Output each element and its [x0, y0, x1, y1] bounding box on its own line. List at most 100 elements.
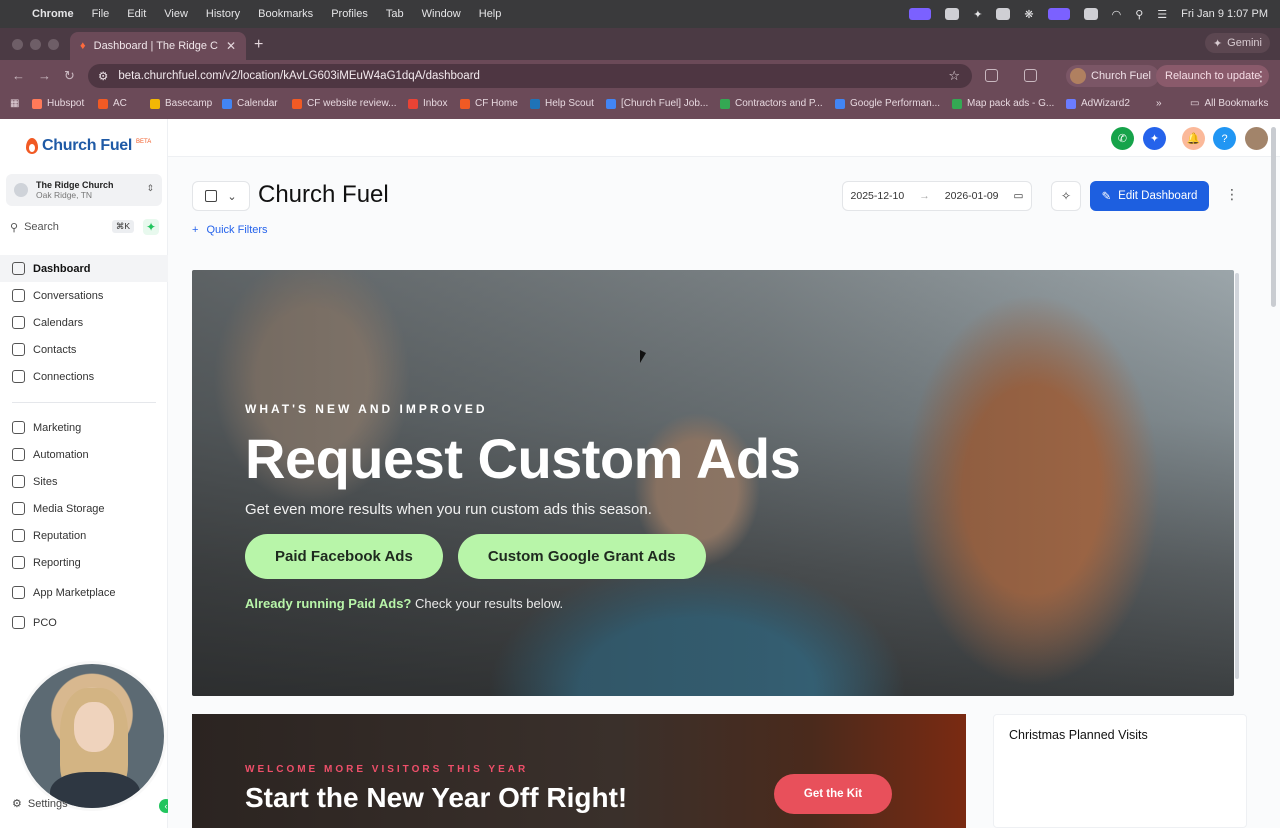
brand-logo[interactable]: Church Fuel BETA	[26, 137, 151, 155]
sidebar-item-calendars[interactable]: Calendars	[0, 309, 168, 336]
layout-switcher-button[interactable]: ⌄	[192, 181, 250, 211]
more-options-icon[interactable]: ⋮	[1225, 186, 1239, 203]
spotlight-icon[interactable]: ⚲	[1135, 8, 1143, 21]
openai-icon[interactable]: ❋	[1024, 8, 1033, 21]
menu-bookmarks[interactable]: Bookmarks	[258, 8, 313, 20]
bookmark-item[interactable]: Calendar	[222, 98, 278, 109]
chart-icon	[12, 556, 25, 569]
menu-edit[interactable]: Edit	[127, 8, 146, 20]
gemini-button[interactable]: ✦ Gemini	[1204, 33, 1270, 53]
sidebar-item-app-marketplace[interactable]: App Marketplace	[0, 579, 168, 606]
ai-assistant-icon[interactable]: ✦	[1143, 127, 1166, 150]
bookmark-item[interactable]: Help Scout	[530, 98, 594, 109]
relaunch-button[interactable]: Relaunch to update	[1156, 65, 1270, 87]
sparkle-icon[interactable]: ✦	[973, 8, 982, 21]
browser-tab[interactable]: ♦ Dashboard | The Ridge Churc ✕	[70, 32, 246, 60]
magic-wand-button[interactable]: ✧	[1051, 181, 1081, 211]
bookmark-item[interactable]: Contractors and P...	[720, 98, 823, 109]
bookmark-item[interactable]: Google Performan...	[835, 98, 940, 109]
menu-tab[interactable]: Tab	[386, 8, 404, 20]
new-tab-icon[interactable]: +	[254, 36, 263, 54]
folder-icon: ▭	[1190, 98, 1200, 109]
side-panel-icon[interactable]	[1024, 69, 1037, 82]
sidebar-item-settings[interactable]: ⚙ Settings	[12, 797, 68, 811]
sidebar-item-conversations[interactable]: Conversations	[0, 282, 168, 309]
menu-file[interactable]: File	[92, 8, 110, 20]
sidebar: Church Fuel BETA The Ridge Church Oak Ri…	[0, 119, 173, 828]
sidebar-item-sites[interactable]: Sites	[0, 468, 168, 495]
quick-filters-button[interactable]: + Quick Filters	[192, 224, 268, 236]
window-controls[interactable]	[12, 39, 59, 50]
notifications-bell-icon[interactable]: 🔔	[1182, 127, 1205, 150]
send-icon	[12, 421, 25, 434]
chrome-menu-icon[interactable]: ⋮	[1254, 68, 1268, 85]
status-app-icon[interactable]	[945, 8, 960, 20]
menu-help[interactable]: Help	[479, 8, 502, 20]
sidebar-item-contacts[interactable]: Contacts	[0, 336, 168, 363]
profile-button[interactable]: Church Fuel	[1066, 65, 1159, 87]
star-icon	[12, 529, 25, 542]
control-center-icon[interactable]: ☰	[1157, 8, 1167, 21]
get-the-kit-button[interactable]: Get the Kit	[774, 774, 892, 814]
clock[interactable]: Fri Jan 9 1:07 PM	[1181, 8, 1268, 20]
sidebar-item-reputation[interactable]: Reputation	[0, 522, 168, 549]
forward-icon[interactable]: →	[38, 68, 51, 83]
back-icon[interactable]: ←	[12, 68, 25, 83]
bookmark-item[interactable]: Basecamp	[150, 98, 212, 109]
sidebar-item-reporting[interactable]: Reporting	[0, 549, 168, 576]
edit-dashboard-button[interactable]: ✎ Edit Dashboard	[1090, 181, 1209, 211]
sidebar-item-connections[interactable]: Connections	[0, 363, 168, 390]
widget-scrollbar[interactable]	[1235, 273, 1239, 679]
chat-icon	[12, 289, 25, 302]
extensions-icon[interactable]	[985, 69, 998, 82]
bookmark-star-icon[interactable]: ☆	[948, 68, 960, 84]
bookmark-item[interactable]: AdWizard2	[1066, 98, 1130, 109]
menu-window[interactable]: Window	[422, 8, 461, 20]
bookmark-item[interactable]: Inbox	[408, 98, 447, 109]
sidebar-item-media-storage[interactable]: Media Storage	[0, 495, 168, 522]
sidebar-item-automation[interactable]: Automation	[0, 441, 168, 468]
reload-icon[interactable]: ↻	[64, 68, 75, 84]
battery-icon[interactable]	[1083, 8, 1098, 20]
date-range-picker[interactable]: 2025-12-10 → 2026-01-09 ▭	[842, 181, 1032, 211]
menu-history[interactable]: History	[206, 8, 240, 20]
help-icon[interactable]: ?	[1213, 127, 1236, 150]
more-bookmarks-icon[interactable]: »	[1156, 98, 1162, 109]
apps-grid-icon[interactable]: ▦	[10, 98, 19, 109]
menu-profiles[interactable]: Profiles	[331, 8, 368, 20]
bookmark-item[interactable]: CF Home	[460, 98, 518, 109]
paid-facebook-ads-button[interactable]: Paid Facebook Ads	[245, 534, 443, 579]
quick-action-icon[interactable]: ✦	[143, 219, 159, 235]
close-tab-icon[interactable]: ✕	[226, 39, 236, 53]
screen-record-icon[interactable]	[909, 8, 932, 20]
tab-title: Dashboard | The Ridge Churc	[93, 40, 218, 52]
profile-avatar	[1070, 68, 1086, 84]
page-scrollbar[interactable]	[1271, 127, 1276, 307]
all-bookmarks[interactable]: ▭ All Bookmarks	[1190, 98, 1268, 109]
gemini-icon: ✦	[1212, 37, 1223, 50]
search-input[interactable]: ⚲ Search ⌘K	[6, 217, 134, 237]
bookmark-item[interactable]: CF website review...	[292, 98, 396, 109]
sidebar-item-dashboard[interactable]: Dashboard	[0, 255, 168, 282]
wifi-icon[interactable]: ◠	[1112, 8, 1122, 21]
bookmark-favicon-icon	[150, 98, 160, 109]
menu-view[interactable]: View	[164, 8, 188, 20]
menu-app-name[interactable]: Chrome	[32, 8, 74, 20]
apps-icon	[12, 586, 25, 599]
phone-icon[interactable]: ✆	[1111, 127, 1134, 150]
sidebar-item-marketing[interactable]: Marketing	[0, 414, 168, 441]
address-bar[interactable]: ⚙ beta.churchfuel.com/v2/location/kAvLG6…	[88, 64, 972, 88]
bookmark-item[interactable]: Map pack ads - G...	[952, 98, 1054, 109]
location-switcher[interactable]: The Ridge Church Oak Ridge, TN ⇕	[6, 174, 162, 206]
user-avatar[interactable]	[1245, 127, 1268, 150]
custom-google-grant-ads-button[interactable]: Custom Google Grant Ads	[457, 534, 706, 579]
bookmark-item[interactable]: [Church Fuel] Job...	[606, 98, 708, 109]
bookmark-item[interactable]: Hubspot	[32, 98, 84, 109]
status-app-icon[interactable]	[996, 8, 1011, 20]
bookmark-item[interactable]: AC	[98, 98, 127, 109]
site-settings-icon[interactable]: ⚙	[98, 69, 108, 83]
automation-icon	[12, 448, 25, 461]
bookmark-favicon-icon	[1066, 98, 1076, 109]
sidebar-item-pco[interactable]: PCO	[0, 609, 168, 636]
screen-mirror-icon[interactable]	[1047, 8, 1070, 20]
